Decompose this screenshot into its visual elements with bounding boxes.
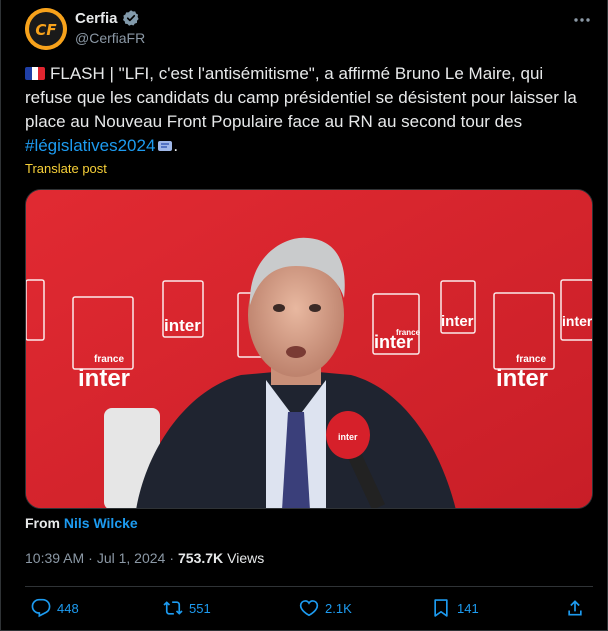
- meta-separator: ·: [88, 550, 93, 566]
- post-meta: 10:39 AM · Jul 1, 2024 · 753.7K Views: [25, 550, 264, 566]
- post-card: CF Cerfia @CerfiaFR FLASH | "LFI, c'est …: [0, 0, 608, 631]
- repost-icon: [163, 601, 183, 615]
- views-label: Views: [227, 550, 265, 566]
- reply-icon: [31, 598, 51, 618]
- bookmark-button[interactable]: 141: [431, 598, 479, 618]
- divider: [25, 586, 593, 587]
- post-date[interactable]: Jul 1, 2024: [97, 550, 166, 566]
- post-text: FLASH | "LFI, c'est l'antisémitisme", a …: [25, 62, 581, 158]
- like-count: 2.1K: [325, 600, 352, 616]
- svg-text:france: france: [396, 328, 421, 337]
- repost-count: 551: [189, 600, 211, 616]
- bookmark-count: 141: [457, 600, 479, 616]
- post-end: .: [173, 136, 179, 155]
- attribution-prefix: From: [25, 515, 60, 531]
- reply-count: 448: [57, 600, 79, 616]
- display-name[interactable]: Cerfia: [75, 10, 118, 27]
- translate-post-link[interactable]: Translate post: [25, 161, 107, 176]
- svg-text:inter: inter: [164, 316, 201, 335]
- more-options-icon[interactable]: [570, 8, 594, 32]
- share-icon: [568, 600, 582, 616]
- french-flag-icon: [25, 67, 45, 80]
- heart-icon: [299, 600, 319, 617]
- post-body: FLASH | "LFI, c'est l'antisémitisme", a …: [25, 64, 577, 131]
- video-frame-image: inter inter inter inter inter inter fran…: [26, 190, 593, 508]
- media-attribution: From Nils Wilcke: [25, 515, 138, 531]
- svg-text:inter: inter: [78, 365, 130, 392]
- verified-badge-icon: [122, 10, 139, 26]
- svg-text:inter: inter: [441, 313, 474, 330]
- name-row: Cerfia: [75, 9, 140, 27]
- repost-button[interactable]: 551: [163, 598, 211, 618]
- handle[interactable]: @CerfiaFR: [75, 30, 145, 46]
- hashtag-link[interactable]: #législatives2024: [25, 136, 155, 155]
- reply-button[interactable]: 448: [31, 598, 79, 618]
- cerfia-logo-icon: CF: [25, 8, 67, 50]
- svg-text:inter: inter: [496, 365, 548, 392]
- like-button[interactable]: 2.1K: [299, 598, 352, 618]
- views-count[interactable]: 753.7K: [178, 550, 223, 566]
- svg-text:france: france: [94, 354, 124, 365]
- meta-separator-2: ·: [169, 550, 174, 566]
- post-time[interactable]: 10:39 AM: [25, 550, 84, 566]
- svg-text:france: france: [516, 354, 546, 365]
- svg-text:inter: inter: [562, 313, 593, 329]
- avatar[interactable]: CF: [25, 8, 67, 50]
- action-bar: 448 551 2.1K 141: [25, 598, 593, 622]
- svg-text:inter: inter: [338, 432, 358, 442]
- media-video[interactable]: inter inter inter inter inter inter fran…: [25, 189, 593, 509]
- hashtag-emoji-icon: [158, 141, 173, 151]
- share-button[interactable]: [565, 598, 585, 618]
- svg-text:CF: CF: [35, 21, 57, 39]
- bookmark-icon: [434, 599, 448, 617]
- attribution-source-link[interactable]: Nils Wilcke: [64, 515, 138, 531]
